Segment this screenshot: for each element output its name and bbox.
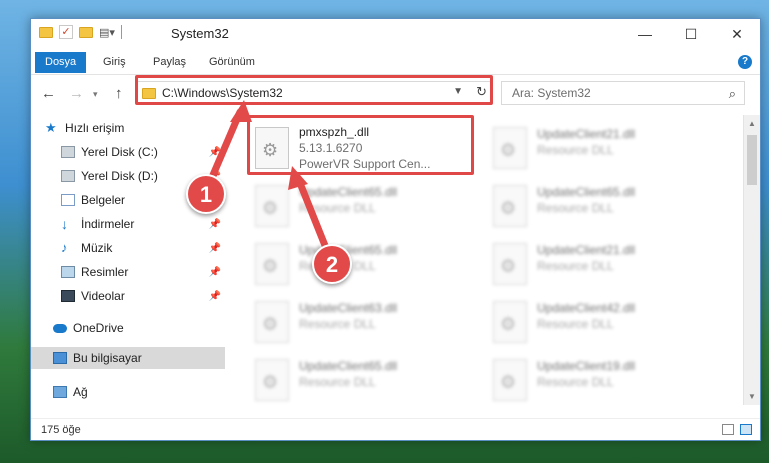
arrow-one-shaft xyxy=(206,108,244,186)
callout-badge-one: 1 xyxy=(186,174,226,214)
callout-arrows xyxy=(206,100,334,262)
arrow-one-head xyxy=(230,100,252,122)
callout-badge-two: 2 xyxy=(312,244,352,284)
